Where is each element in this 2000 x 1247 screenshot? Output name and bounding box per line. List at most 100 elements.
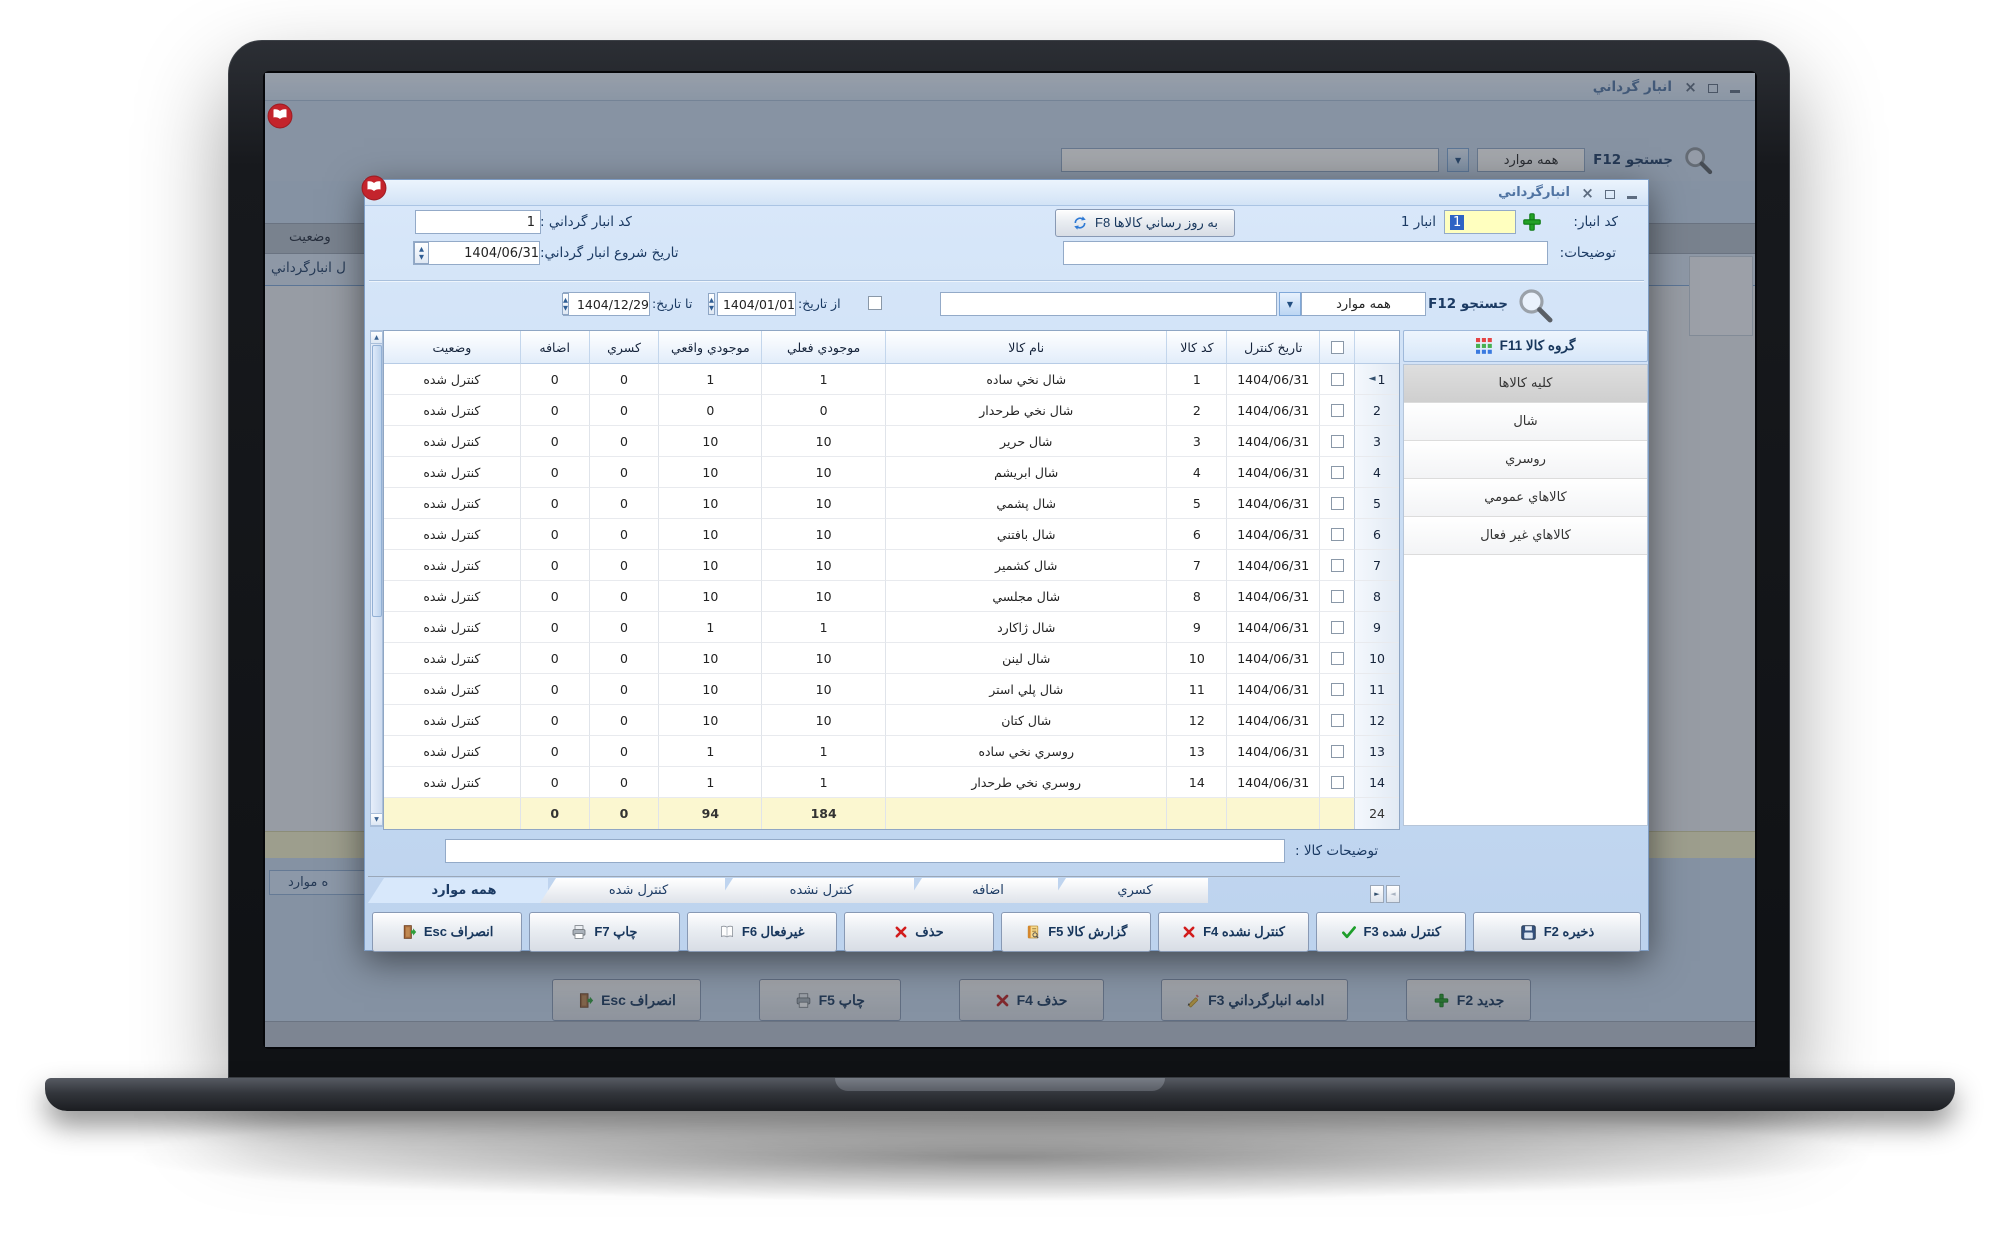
current-row-marker-icon: ◄ xyxy=(1368,374,1376,384)
item-groups-button[interactable]: گروه کالا F11 xyxy=(1403,330,1648,362)
chevron-down-icon[interactable]: ▼ xyxy=(1279,292,1301,316)
table-row[interactable]: کنترل شده 0 0 10 10 شال کشمیر 7 1404/06/31 7 xyxy=(384,550,1399,581)
category-item[interactable]: شال xyxy=(1404,403,1647,441)
warehouse-code-label: کد انبار: xyxy=(1573,214,1618,230)
notes-label: توضیحات: xyxy=(1559,245,1616,261)
row-checkbox[interactable] xyxy=(1330,713,1344,727)
table-row[interactable]: کنترل شده 0 0 10 10 شال مجلسي 8 1404/06/31 8 xyxy=(384,581,1399,612)
select-all-checkbox[interactable] xyxy=(1330,340,1344,354)
exit-door-icon xyxy=(401,924,417,940)
filter-tab[interactable]: کنترل شده xyxy=(540,878,725,903)
item-notes-label: توضیحات کالا : xyxy=(1295,843,1379,859)
table-row[interactable]: کنترل شده 0 0 0 0 شال نخي طرحدار 2 1404/06/31 2 xyxy=(384,395,1399,426)
laptop-screen: × انبار گرداني جستجو F12 همه موارد ▼ وضع… xyxy=(263,71,1757,1049)
date-filter-checkbox[interactable] xyxy=(868,296,882,310)
spinner-icon[interactable]: ▲ ▼ xyxy=(414,242,429,264)
warehouse-name-text: انبار 1 xyxy=(1400,214,1436,230)
warehouse-code-input[interactable]: 1 xyxy=(1444,210,1516,234)
search-label: جستجو F12 xyxy=(1428,296,1508,312)
add-warehouse-button[interactable] xyxy=(1521,211,1543,233)
start-date-label: تاریخ شروع انبار گرداني: xyxy=(540,245,679,261)
cancel-button[interactable]: انصراف Esc xyxy=(371,912,523,952)
save-button[interactable]: ذخیره F2 xyxy=(1472,912,1641,952)
laptop-base xyxy=(45,1078,1955,1111)
table-row[interactable]: کنترل شده 0 0 1 1 شال ژاکارد 9 1404/06/31 9 xyxy=(384,612,1399,643)
spinner-icon[interactable]: ▲ ▼ xyxy=(561,293,569,315)
close-icon[interactable]: × xyxy=(1581,185,1594,200)
scroll-up-icon[interactable]: ▲ xyxy=(371,331,382,344)
row-checkbox[interactable] xyxy=(1330,651,1344,665)
table-row[interactable]: کنترل شده 0 0 1 1 روسري نخي ساده 13 1404/06/31 1… xyxy=(384,736,1399,767)
mark-uncontrolled-button[interactable]: کنترل نشده F4 xyxy=(1158,912,1309,952)
table-row[interactable]: کنترل شده 0 0 1 1 روسري نخي طرحدار 14 1404/06/3… xyxy=(384,767,1399,798)
row-checkbox[interactable] xyxy=(1330,465,1344,479)
category-item[interactable]: کالاهاي غیر فعال xyxy=(1404,517,1647,555)
category-item[interactable]: روسري xyxy=(1404,441,1647,479)
notes-input[interactable] xyxy=(1063,241,1548,265)
print-button[interactable]: چاپ F7 xyxy=(529,912,680,952)
category-item[interactable]: کلیه کالاها xyxy=(1404,365,1647,403)
row-checkbox[interactable] xyxy=(1330,403,1344,417)
filter-tab[interactable]: اضافه xyxy=(906,878,1058,903)
column-header[interactable]: موجودي واقعي xyxy=(658,331,762,364)
column-header[interactable]: کسري xyxy=(588,331,659,364)
maximize-icon[interactable] xyxy=(1603,187,1616,199)
filter-tab[interactable]: کنترل نشده xyxy=(717,878,914,903)
table-row[interactable]: کنترل شده 0 0 10 10 شال لینن 10 1404/06/31 10 xyxy=(384,643,1399,674)
minimize-icon[interactable] xyxy=(1625,187,1638,199)
search-input[interactable] xyxy=(940,292,1277,316)
row-checkbox[interactable] xyxy=(1330,558,1344,572)
deactivate-button[interactable]: غیرفعال F6 xyxy=(686,912,837,952)
column-header[interactable]: اضافه xyxy=(519,331,589,364)
row-checkbox[interactable] xyxy=(1330,775,1344,789)
tab-scroll-left-icon[interactable]: ◄ xyxy=(1386,885,1400,903)
table-row[interactable]: کنترل شده 0 0 10 10 شال کتان 12 1404/06/31 12 xyxy=(384,705,1399,736)
row-checkbox[interactable] xyxy=(1330,496,1344,510)
scroll-down-icon[interactable]: ▼ xyxy=(371,813,382,826)
laptop-shadow xyxy=(120,1112,1880,1202)
row-checkbox[interactable] xyxy=(1330,620,1344,634)
row-checkbox[interactable] xyxy=(1330,372,1344,386)
table-row[interactable]: کنترل شده 0 0 1 1 شال نخي ساده 1 1404/06/31 ◄ 1 xyxy=(384,364,1399,395)
delete-button[interactable]: حذف xyxy=(843,912,995,952)
column-header[interactable]: موجودي فعلي xyxy=(761,331,885,364)
update-items-button[interactable]: به روز رساني کالاها F8 xyxy=(1055,209,1235,237)
vertical-scrollbar[interactable]: ▲ ▼ xyxy=(370,330,383,827)
column-header[interactable]: کد کالا xyxy=(1166,331,1227,364)
column-header[interactable]: وضعیت xyxy=(384,331,520,364)
row-checkbox[interactable] xyxy=(1330,682,1344,696)
to-date-input[interactable]: ▲ ▼ 1404/12/29 xyxy=(561,292,650,316)
table-body: کنترل شده 0 0 1 1 شال نخي ساده 1 1404/06/31 ◄ 1 کن… xyxy=(384,364,1399,798)
app-badge-icon xyxy=(267,103,293,129)
column-header[interactable]: نام کالا xyxy=(885,331,1167,364)
table-row[interactable]: کنترل شده 0 0 10 10 شال پشمي 5 1404/06/31 5 xyxy=(384,488,1399,519)
stocktaking-code-input[interactable]: 1 xyxy=(415,210,541,234)
report-icon xyxy=(1025,924,1041,940)
search-filter-select[interactable]: همه موارد xyxy=(1301,292,1426,316)
x-icon xyxy=(894,925,908,939)
filter-tab[interactable]: کسري xyxy=(1050,878,1208,903)
from-date-input[interactable]: ▲ ▼ 1404/01/01 xyxy=(707,292,796,316)
table-row[interactable]: کنترل شده 0 0 10 10 شال ابریشم 4 1404/06/31 4 xyxy=(384,457,1399,488)
category-sidebar: گروه کالا F11 کلیه کالاها شال روسري کالاهاي… xyxy=(1403,330,1648,826)
table-row[interactable]: کنترل شده 0 0 10 10 شال حریر 3 1404/06/31 3 xyxy=(384,426,1399,457)
tab-scroll-right-icon[interactable]: ► xyxy=(1370,885,1384,903)
mark-controlled-button[interactable]: کنترل شده F3 xyxy=(1315,912,1466,952)
printer-icon xyxy=(571,924,587,940)
scrollbar-thumb[interactable] xyxy=(372,345,382,617)
table-row[interactable]: کنترل شده 0 0 10 10 شال پلي استر 11 1404/06/31 1… xyxy=(384,674,1399,705)
filter-tab[interactable]: همه موارد xyxy=(368,878,548,903)
item-report-button[interactable]: گزارش کالا F5 xyxy=(1001,912,1152,952)
start-date-input[interactable]: ▲ ▼ 1404/06/31 xyxy=(413,241,540,265)
row-checkbox[interactable] xyxy=(1330,527,1344,541)
row-checkbox[interactable] xyxy=(1330,744,1344,758)
dialog-title: انبارگرداني xyxy=(1498,185,1570,200)
row-checkbox[interactable] xyxy=(1330,434,1344,448)
category-item[interactable]: کالاهاي عمومي xyxy=(1404,479,1647,517)
row-checkbox[interactable] xyxy=(1330,589,1344,603)
item-notes-input[interactable] xyxy=(445,839,1285,863)
table-totals-row: 0 0 94 184 24 xyxy=(384,798,1399,829)
spinner-icon[interactable]: ▲ ▼ xyxy=(707,293,715,315)
column-header[interactable]: تاریخ کنترل xyxy=(1226,331,1320,364)
table-row[interactable]: کنترل شده 0 0 10 10 شال بافتني 6 1404/06/31 6 xyxy=(384,519,1399,550)
